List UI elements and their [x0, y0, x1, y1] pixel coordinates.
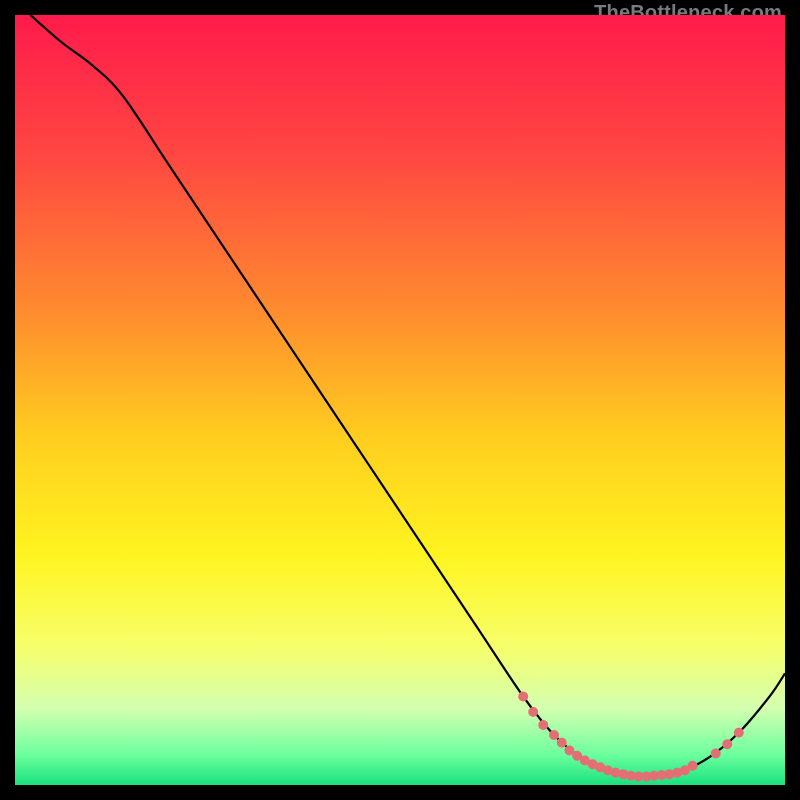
data-marker	[528, 707, 538, 717]
data-marker	[549, 730, 559, 740]
chart-frame	[15, 15, 785, 785]
data-marker	[688, 761, 698, 771]
data-marker	[734, 728, 744, 738]
chart-background	[15, 15, 785, 785]
chart-svg	[15, 15, 785, 785]
data-marker	[557, 738, 567, 748]
data-marker	[518, 691, 528, 701]
data-marker	[711, 748, 721, 758]
data-marker	[538, 720, 548, 730]
data-marker	[722, 739, 732, 749]
